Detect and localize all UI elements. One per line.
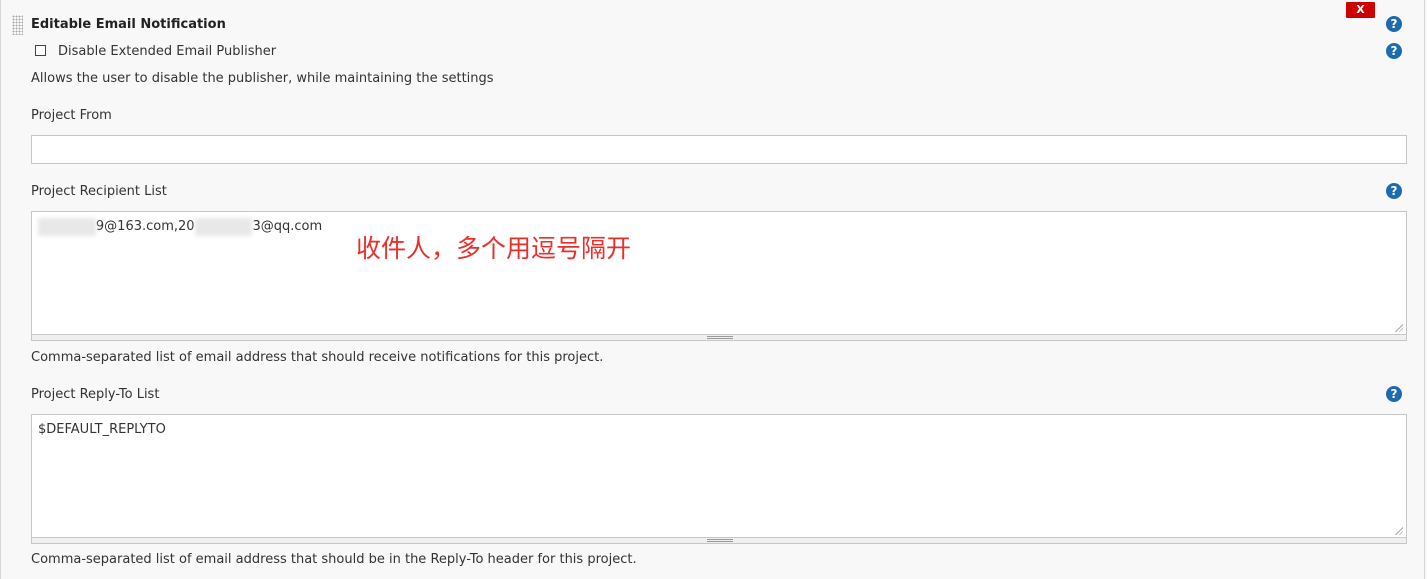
annotation-text: 收件人，多个用逗号隔开 (356, 234, 632, 263)
help-icon[interactable]: ? (1386, 16, 1402, 32)
reply-to-textarea[interactable]: $DEFAULT_REPLYTO (31, 414, 1407, 538)
recipient-list-description: Comma-separated list of email address th… (31, 350, 604, 365)
help-icon[interactable]: ? (1386, 43, 1402, 59)
delete-button[interactable]: X (1346, 2, 1375, 18)
email-notification-panel: Editable Email Notification X ? Disable … (0, 0, 1425, 579)
resize-corner-icon[interactable] (1395, 527, 1403, 535)
disable-publisher-description: Allows the user to disable the publisher… (31, 71, 494, 86)
section-title: Editable Email Notification (31, 17, 226, 32)
help-icon[interactable]: ? (1386, 386, 1402, 402)
drag-handle-icon[interactable] (12, 15, 23, 35)
masked-email-part: 1234567 (194, 218, 253, 236)
project-from-label: Project From (31, 108, 112, 123)
help-icon[interactable]: ? (1386, 183, 1402, 199)
reply-to-description: Comma-separated list of email address th… (31, 552, 637, 567)
disable-publisher-checkbox[interactable] (35, 45, 46, 56)
project-from-input[interactable] (31, 135, 1407, 164)
recipient-list-textarea[interactable]: 18700419@163.com,2012345673@qq.com (31, 211, 1407, 335)
reply-to-label: Project Reply-To List (31, 387, 160, 402)
textarea-resize-grip[interactable] (31, 335, 1407, 341)
recipient-text-part: 9@163.com,20 (95, 219, 195, 234)
recipient-list-label: Project Recipient List (31, 184, 167, 199)
masked-email-part: 1870041 (38, 218, 96, 236)
resize-corner-icon[interactable] (1395, 324, 1403, 332)
textarea-resize-grip[interactable] (31, 538, 1407, 544)
disable-publisher-label[interactable]: Disable Extended Email Publisher (58, 43, 276, 61)
recipient-text-part: 3@qq.com (252, 219, 323, 234)
